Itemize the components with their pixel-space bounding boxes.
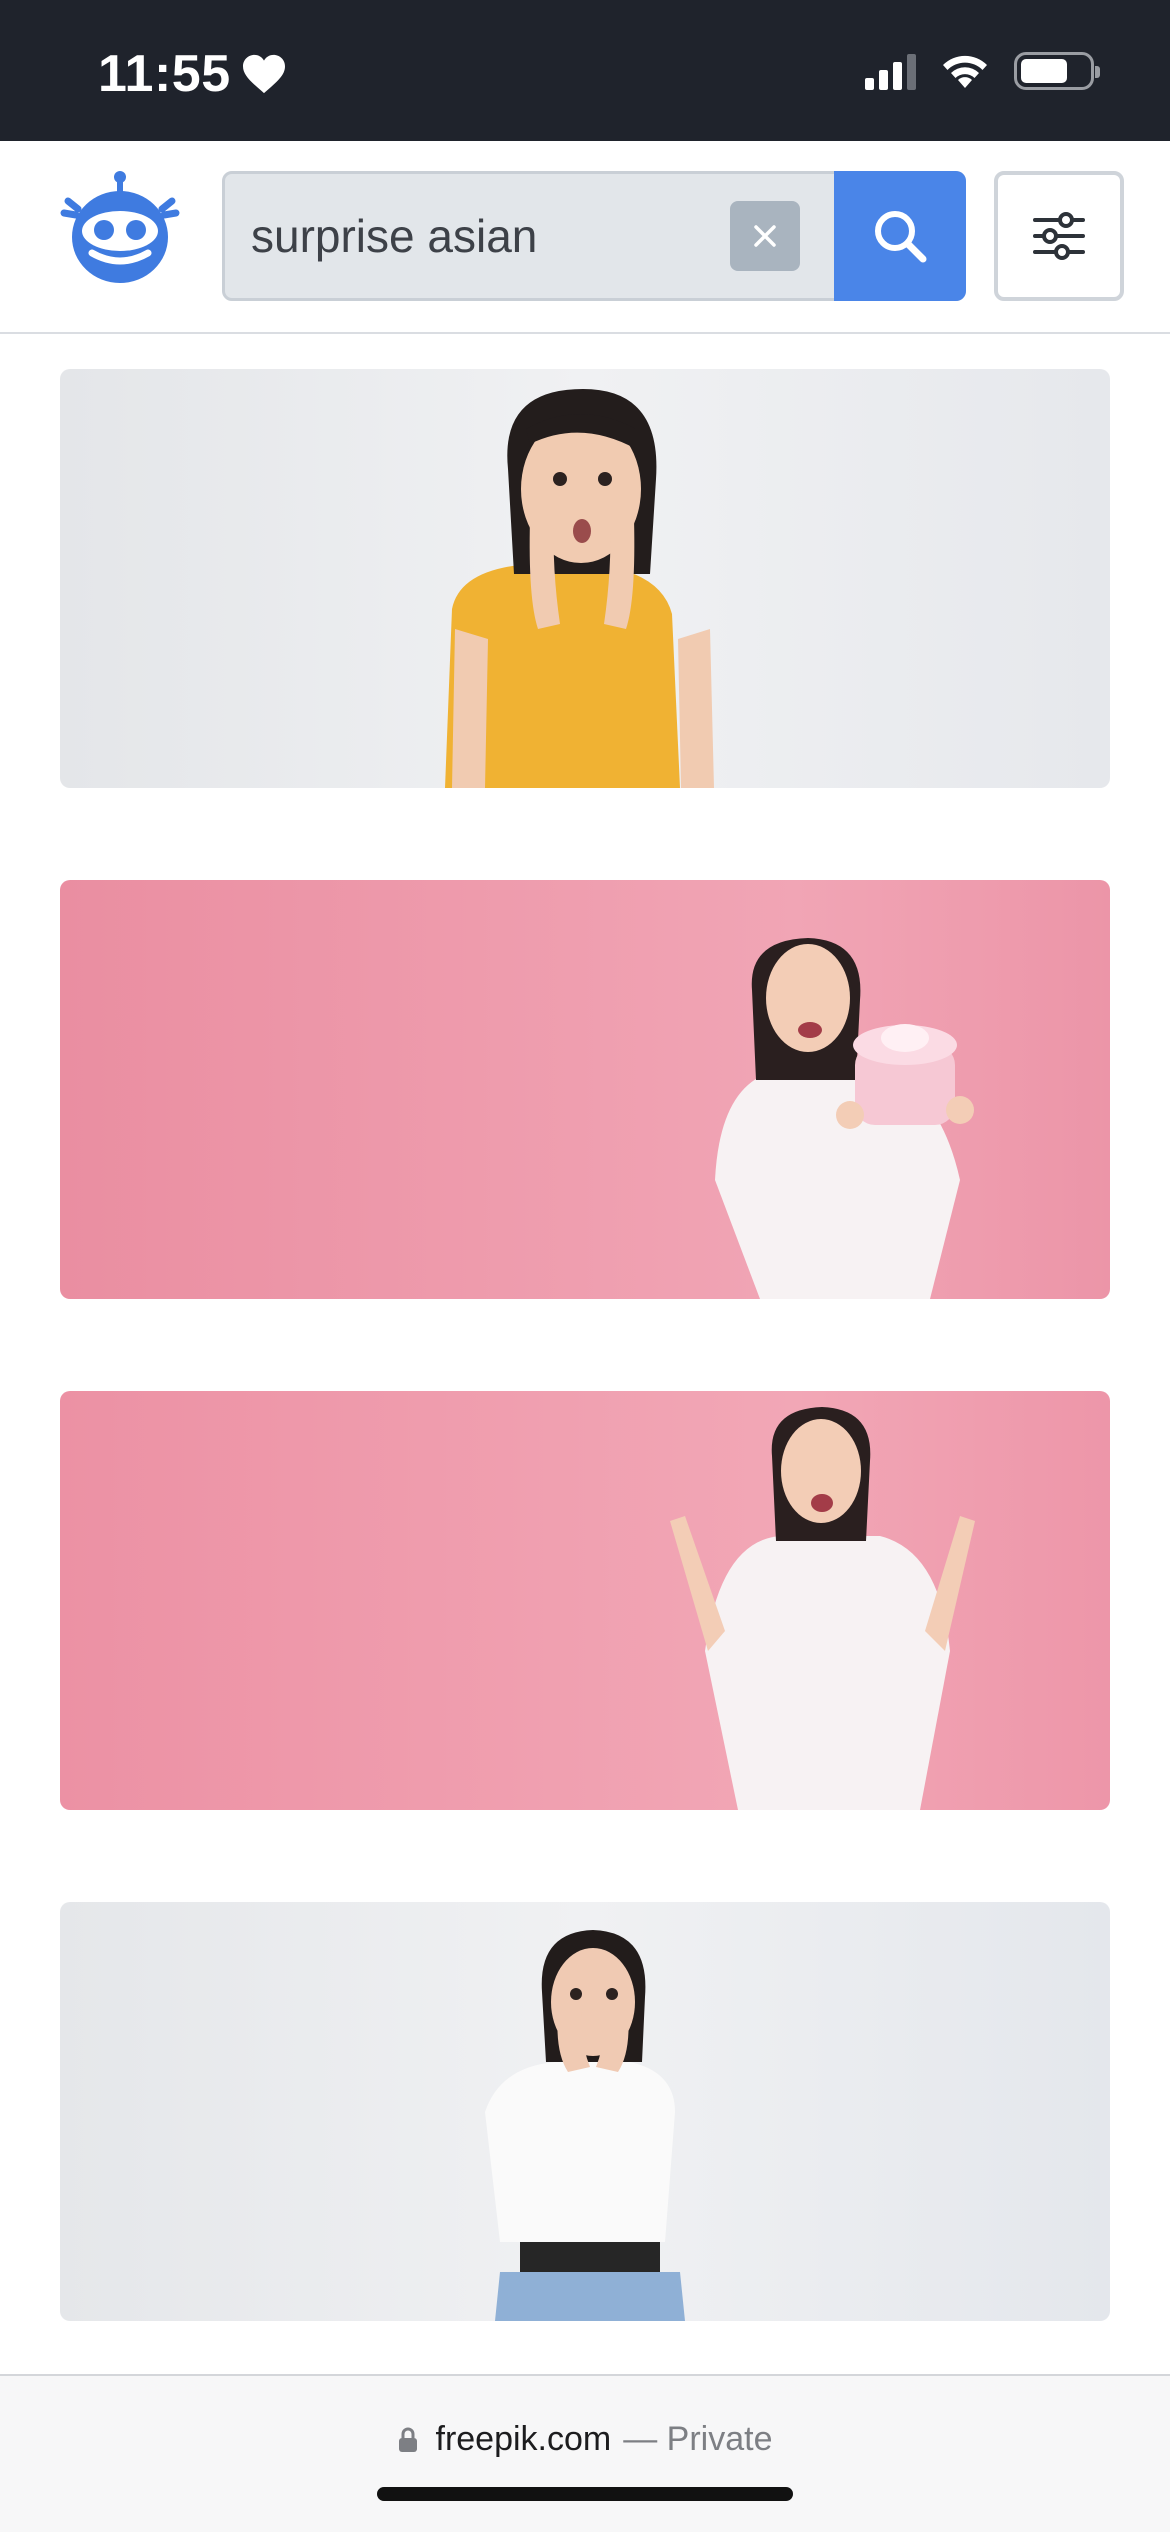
url-display[interactable]: freepik.com — Private xyxy=(0,2420,1170,2459)
lock-icon xyxy=(398,2427,417,2452)
sliders-icon xyxy=(1033,212,1085,260)
result-image-3[interactable] xyxy=(60,1391,1110,1810)
status-icons xyxy=(865,52,1100,90)
wifi-icon xyxy=(943,55,987,88)
result-photo xyxy=(60,1902,1110,2321)
freepik-robot-logo[interactable] xyxy=(58,169,182,289)
status-bar: 11:55 xyxy=(0,0,1170,141)
search-input[interactable] xyxy=(251,174,691,298)
browser-url-bar[interactable]: freepik.com — Private xyxy=(0,2374,1170,2532)
home-indicator[interactable] xyxy=(377,2487,793,2501)
result-photo xyxy=(60,880,1110,1299)
result-image-1[interactable] xyxy=(60,369,1110,788)
heart-icon xyxy=(242,54,285,94)
search-icon xyxy=(875,211,927,263)
clear-search-button[interactable] xyxy=(730,201,800,271)
url-domain: freepik.com xyxy=(435,2420,612,2458)
result-image-2[interactable] xyxy=(60,880,1110,1299)
result-photo xyxy=(60,369,1110,788)
signal-icon xyxy=(865,52,916,90)
result-photo xyxy=(60,1391,1110,1810)
status-time: 11:55 xyxy=(98,44,287,104)
battery-icon xyxy=(1014,52,1100,90)
result-image-4[interactable] xyxy=(60,1902,1110,2321)
filter-button[interactable] xyxy=(994,171,1124,301)
time-label: 11:55 xyxy=(98,45,231,103)
search-button[interactable] xyxy=(834,171,966,301)
url-private-label: — Private xyxy=(623,2420,773,2458)
close-icon xyxy=(754,225,776,247)
